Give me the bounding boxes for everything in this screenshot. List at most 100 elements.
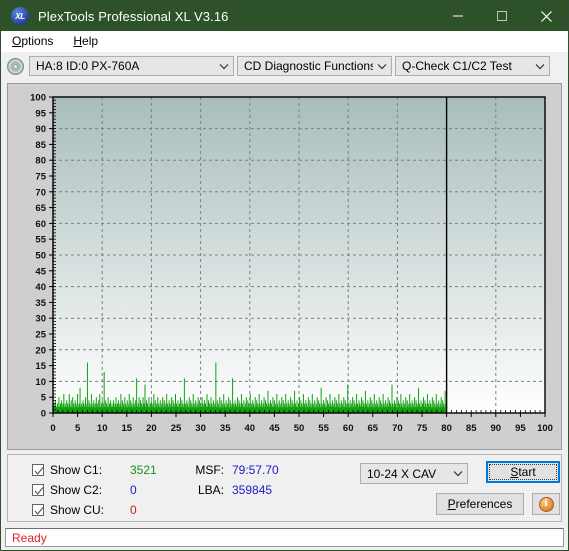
msf-row: MSF: 79:57.70 (186, 463, 279, 477)
status-bar: Ready (5, 528, 564, 547)
svg-text:60: 60 (343, 423, 354, 434)
menu-item-help[interactable]: Help (64, 31, 107, 52)
minimize-icon[interactable] (436, 1, 480, 31)
show-c2-checkbox[interactable] (32, 484, 44, 496)
svg-text:60: 60 (35, 219, 46, 230)
show-cu-row[interactable]: Show CU: 0 (32, 503, 137, 517)
svg-text:70: 70 (35, 187, 46, 198)
svg-text:0: 0 (41, 409, 46, 420)
show-cu-label: Show CU: (50, 503, 105, 517)
menu-item-options-label: ptions (21, 34, 54, 48)
stats-panel: Show C1: 3521 Show C2: 0 Show CU: 0 MSF:… (7, 454, 562, 522)
svg-text:55: 55 (35, 235, 46, 246)
disc-icon (7, 57, 24, 75)
lba-label: LBA: (197, 483, 224, 497)
test-select-value: Q-Check C1/C2 Test (402, 59, 512, 73)
maximize-icon[interactable] (480, 1, 524, 31)
chevron-down-icon (373, 63, 391, 70)
c1-value: 3521 (130, 463, 157, 477)
speed-select[interactable]: 10-24 X CAV (360, 463, 468, 484)
test-select[interactable]: Q-Check C1/C2 Test (395, 56, 550, 76)
svg-text:45: 45 (35, 266, 46, 277)
svg-text:75: 75 (417, 423, 428, 434)
svg-text:0: 0 (50, 423, 55, 434)
toolbar: HA:8 ID:0 PX-760A CD Diagnostic Function… (1, 52, 568, 80)
start-button-inner: Start (489, 464, 557, 480)
error-rate-chart: 0 5 10 15 20 25 30 35 40 45 50 55 60 65 70 75 80 85 90 95 10… (8, 84, 561, 449)
chart-panel: 0 5 10 15 20 25 30 35 40 45 50 55 60 65 70 75 80 85 90 95 10… (7, 83, 562, 450)
chart-svg: 0510152025303540455055606570758085909510… (8, 84, 561, 449)
chevron-down-icon (449, 470, 467, 477)
lba-row: LBA: 359845 (186, 483, 272, 497)
svg-text:5: 5 (41, 393, 47, 404)
svg-text:95: 95 (35, 108, 46, 119)
info-button[interactable]: i (532, 493, 560, 515)
svg-text:65: 65 (35, 203, 46, 214)
close-icon[interactable] (524, 1, 568, 31)
svg-text:70: 70 (392, 423, 403, 434)
svg-text:100: 100 (537, 423, 553, 434)
speed-select-value: 10-24 X CAV (367, 466, 437, 481)
show-c1-row[interactable]: Show C1: 3521 (32, 463, 157, 477)
window-controls (436, 1, 568, 31)
show-cu-checkbox[interactable] (32, 504, 44, 516)
svg-text:40: 40 (245, 423, 256, 434)
svg-text:90: 90 (35, 124, 46, 135)
svg-text:80: 80 (35, 156, 46, 167)
title-bar: XL PlexTools Professional XL V3.16 (1, 1, 568, 31)
svg-text:10: 10 (97, 423, 108, 434)
svg-text:15: 15 (35, 361, 46, 372)
svg-text:30: 30 (195, 423, 206, 434)
app-icon: XL (11, 7, 29, 25)
show-c2-label: Show C2: (50, 483, 103, 497)
svg-text:95: 95 (515, 423, 526, 434)
svg-text:25: 25 (171, 423, 182, 434)
menu-bar: Options Help (1, 31, 568, 52)
drive-select[interactable]: HA:8 ID:0 PX-760A (29, 56, 234, 76)
svg-text:35: 35 (220, 423, 231, 434)
svg-text:50: 50 (35, 251, 46, 262)
svg-text:35: 35 (35, 298, 46, 309)
show-c1-label: Show C1: (50, 463, 103, 477)
chevron-down-icon (531, 63, 549, 70)
lba-value: 359845 (232, 483, 273, 497)
svg-text:5: 5 (75, 423, 81, 434)
svg-text:20: 20 (146, 423, 157, 434)
svg-text:50: 50 (294, 423, 305, 434)
svg-text:90: 90 (491, 423, 502, 434)
show-c2-row[interactable]: Show C2: 0 (32, 483, 137, 497)
preferences-button[interactable]: Preferences (436, 493, 524, 515)
start-button[interactable]: Start (486, 461, 560, 483)
function-select[interactable]: CD Diagnostic Functions (237, 56, 392, 76)
show-c1-checkbox[interactable] (32, 464, 44, 476)
window-title: PlexTools Professional XL V3.16 (38, 8, 229, 24)
svg-text:80: 80 (441, 423, 452, 434)
application-window: XL PlexTools Professional XL V3.16 Optio… (0, 0, 569, 551)
svg-text:85: 85 (35, 140, 46, 151)
menu-item-help-label: elp (82, 34, 99, 48)
svg-text:10: 10 (35, 377, 46, 388)
c2-value: 0 (130, 483, 137, 497)
function-select-value: CD Diagnostic Functions (244, 59, 374, 73)
svg-text:55: 55 (318, 423, 329, 434)
info-icon: i (538, 496, 554, 512)
svg-text:45: 45 (269, 423, 280, 434)
menu-item-options[interactable]: Options (3, 31, 62, 52)
svg-text:20: 20 (35, 345, 46, 356)
start-button-label: Start (510, 465, 536, 479)
svg-text:85: 85 (466, 423, 477, 434)
drive-select-value: HA:8 ID:0 PX-760A (36, 59, 140, 73)
svg-text:100: 100 (30, 93, 46, 104)
svg-text:65: 65 (368, 423, 379, 434)
svg-text:40: 40 (35, 282, 46, 293)
preferences-button-label: Preferences (447, 497, 513, 511)
svg-text:15: 15 (122, 423, 133, 434)
svg-text:30: 30 (35, 314, 46, 325)
svg-text:25: 25 (35, 330, 46, 341)
cu-value: 0 (130, 503, 137, 517)
svg-text:75: 75 (35, 172, 46, 183)
msf-value: 79:57.70 (232, 463, 279, 477)
chevron-down-icon (215, 63, 233, 70)
status-text: Ready (12, 530, 47, 545)
msf-label: MSF: (195, 463, 224, 477)
